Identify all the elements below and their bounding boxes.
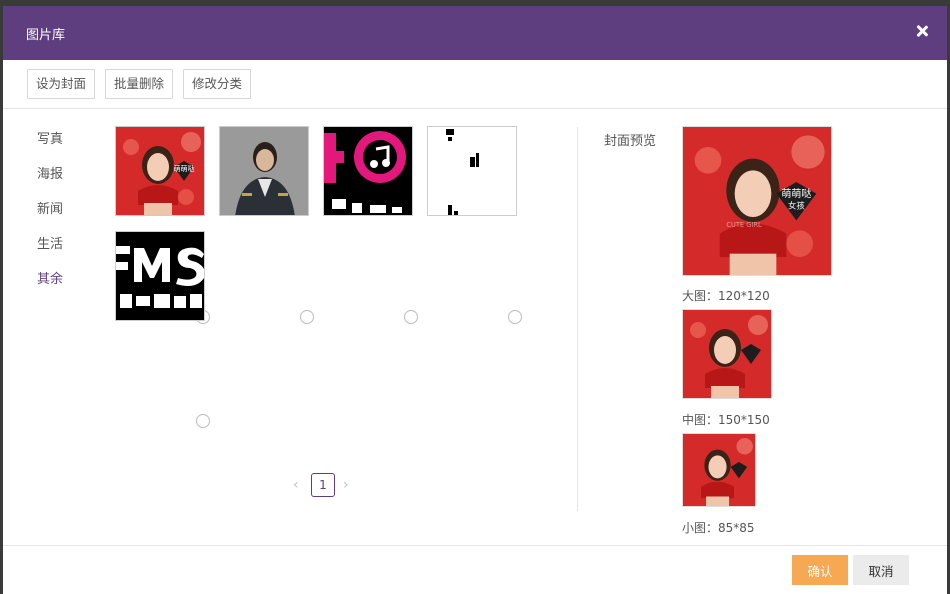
edit-category-button[interactable]: 修改分类 (183, 69, 252, 99)
dialog-body: 写真 海报 新闻 生活 其余 萌萌哒 ‹ 1 › 封面预览 萌萌哒 女孩 CUT… (3, 109, 947, 545)
batch-delete-button[interactable]: 批量删除 (105, 69, 174, 99)
divider (577, 127, 578, 511)
dialog-footer: 确认 取消 (3, 545, 947, 594)
pink-logo-image (324, 127, 412, 215)
select-radio[interactable] (196, 414, 210, 428)
select-radio[interactable] (300, 310, 314, 324)
girl-photo-large: 萌萌哒 女孩 CUTE GIRL (683, 127, 831, 275)
select-radio[interactable] (508, 310, 522, 324)
preview-small-image (682, 433, 756, 507)
select-radio[interactable] (404, 310, 418, 324)
preview-large-image: 萌萌哒 女孩 CUTE GIRL (682, 126, 832, 276)
thumbnail-girl-photo[interactable]: 萌萌哒 (115, 126, 205, 216)
thumbnail-cms-logo[interactable] (115, 231, 205, 321)
dialog-header: 图片库 (3, 6, 947, 60)
category-news[interactable]: 新闻 (37, 198, 63, 217)
white-image (428, 127, 516, 215)
category-other[interactable]: 其余 (37, 268, 63, 287)
man-photo-image (220, 127, 308, 215)
girl-photo-small (683, 434, 755, 506)
cms-logo-image (116, 232, 204, 320)
thumbnail-man-photo[interactable] (219, 126, 309, 216)
dialog-title: 图片库 (26, 28, 66, 43)
preview-badge-line2: 女孩 (788, 201, 805, 211)
set-cover-button[interactable]: 设为封面 (27, 69, 96, 99)
category-life[interactable]: 生活 (37, 233, 63, 252)
preview-banner-text: CUTE GIRL (726, 221, 762, 229)
close-icon[interactable] (913, 23, 931, 41)
preview-medium-image (682, 309, 772, 399)
thumbnail-pink-logo[interactable] (323, 126, 413, 216)
category-photo[interactable]: 写真 (37, 128, 63, 147)
large-preview-caption: 大图：120*120 (682, 289, 770, 303)
preview-badge-line1: 萌萌哒 (781, 187, 811, 200)
cover-preview-label: 封面预览 (604, 134, 657, 149)
medium-preview-caption: 中图：150*150 (682, 413, 770, 427)
next-page-icon[interactable]: › (343, 477, 349, 493)
category-poster[interactable]: 海报 (37, 163, 63, 182)
small-preview-caption: 小图：85*85 (682, 521, 755, 535)
image-library-dialog: 图片库 设为封面 批量删除 修改分类 写真 海报 新闻 生活 其余 萌萌哒 ‹ … (3, 6, 947, 594)
page-1-button[interactable]: 1 (311, 473, 335, 497)
toolbar: 设为封面 批量删除 修改分类 (3, 60, 947, 109)
thumbnail-white-image[interactable] (427, 126, 517, 216)
prev-page-icon[interactable]: ‹ (293, 477, 299, 493)
girl-photo-badge-text: 萌萌哒 (174, 164, 195, 173)
girl-photo-medium (683, 310, 771, 398)
cancel-button[interactable]: 取消 (853, 555, 909, 585)
girl-photo-image: 萌萌哒 (116, 127, 204, 215)
confirm-button[interactable]: 确认 (792, 555, 848, 585)
